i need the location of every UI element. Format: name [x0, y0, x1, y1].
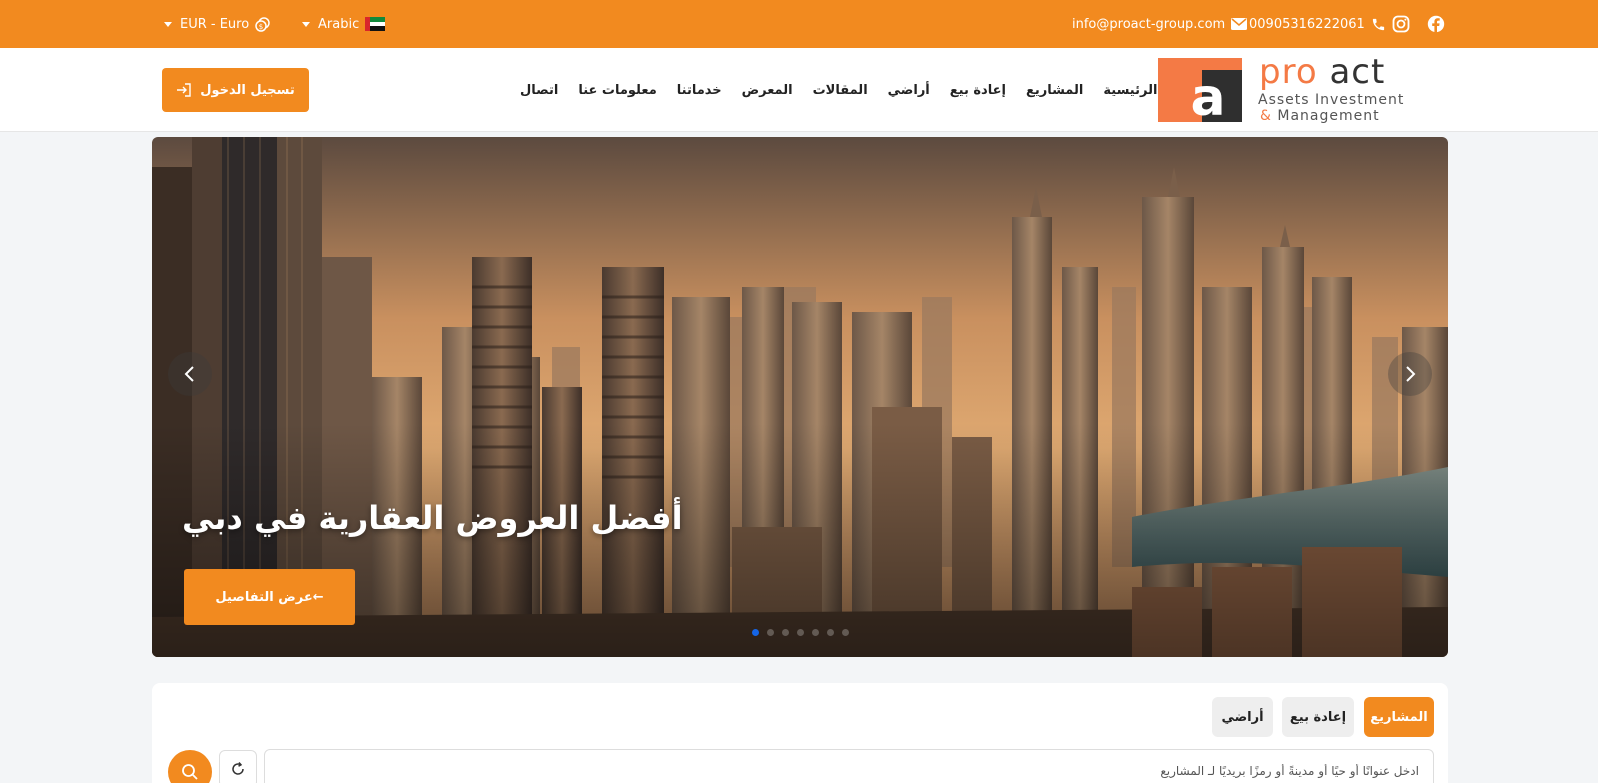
chevron-down-icon	[164, 21, 172, 27]
language-label: Arabic	[318, 16, 360, 32]
hero-carousel: أفضل العروض العقارية في دبي عرض التفاصيل…	[152, 137, 1448, 657]
top-bar: EUR - Euro $ Arabic info@proact-group.co…	[0, 0, 1598, 48]
phone-icon	[1372, 18, 1384, 30]
hero-title: أفضل العروض العقارية في دبي	[182, 499, 683, 537]
main-header: تسجيل الدخول الرئيسية المشاريع إعادة بيع…	[0, 48, 1598, 132]
arrow-left-icon: ←	[312, 589, 324, 605]
nav-services[interactable]: خدماتنا	[667, 83, 732, 98]
nav-about[interactable]: معلومات عنا	[568, 83, 666, 98]
chevron-right-icon	[1406, 366, 1416, 382]
email-text: info@proact-group.com	[1072, 16, 1226, 32]
phone-text: 00905316222061	[1249, 16, 1365, 32]
coin-icon: $	[255, 16, 270, 32]
view-details-button[interactable]: عرض التفاصيل ←	[184, 569, 355, 625]
instagram-icon[interactable]	[1391, 14, 1411, 34]
chevron-down-icon	[302, 21, 310, 27]
reset-button[interactable]	[219, 750, 257, 783]
carousel-indicators	[152, 629, 1448, 636]
mail-icon	[1231, 18, 1248, 30]
carousel-dot[interactable]	[796, 629, 804, 636]
svg-text:$: $	[259, 23, 263, 31]
phone-link[interactable]: 00905316222061	[1249, 0, 1386, 48]
carousel-dot[interactable]	[766, 629, 774, 636]
chevron-left-icon	[184, 366, 194, 382]
carousel-dot[interactable]	[811, 629, 819, 636]
refresh-icon	[232, 762, 244, 775]
nav-gallery[interactable]: المعرض	[732, 83, 803, 98]
nav-resale[interactable]: إعادة بيع	[940, 83, 1016, 98]
search-input[interactable]	[264, 749, 1434, 783]
login-icon	[177, 83, 191, 97]
login-label: تسجيل الدخول	[200, 82, 295, 98]
nav-contact[interactable]: اتصال	[510, 83, 568, 98]
view-details-label: عرض التفاصيل	[215, 589, 313, 605]
search-icon	[182, 764, 198, 780]
currency-label: EUR - Euro	[180, 16, 250, 32]
carousel-dot[interactable]	[826, 629, 834, 636]
nav-home[interactable]: الرئيسية	[1093, 83, 1167, 98]
logo-wordmark: pro act	[1259, 52, 1386, 92]
email-link[interactable]: info@proact-group.com	[1072, 0, 1248, 48]
main-nav: الرئيسية المشاريع إعادة بيع أراضي المقال…	[510, 48, 1167, 132]
logo-mark: a	[1158, 58, 1244, 124]
carousel-dot[interactable]	[841, 629, 849, 636]
company-logo[interactable]: a pro act Assets Investment & Management	[1158, 52, 1428, 126]
tab-projects[interactable]: المشاريع	[1364, 697, 1434, 737]
carousel-dot[interactable]	[751, 629, 759, 636]
nav-articles[interactable]: المقالات	[803, 83, 878, 98]
tab-lands[interactable]: أراضي	[1212, 697, 1273, 737]
search-button[interactable]	[168, 750, 212, 783]
carousel-dot[interactable]	[781, 629, 789, 636]
language-selector[interactable]: Arabic	[302, 0, 386, 48]
tab-resale[interactable]: إعادة بيع	[1282, 697, 1354, 737]
carousel-next-button[interactable]	[1388, 352, 1432, 396]
search-card: المشاريع إعادة بيع أراضي	[152, 683, 1448, 783]
logo-tagline-1: Assets Investment	[1258, 92, 1405, 108]
nav-lands[interactable]: أراضي	[878, 83, 940, 98]
carousel-prev-button[interactable]	[168, 352, 212, 396]
currency-selector[interactable]: EUR - Euro $	[164, 0, 270, 48]
logo-tagline-2: & Management	[1260, 108, 1380, 124]
facebook-icon[interactable]	[1426, 14, 1446, 34]
uae-flag-icon	[365, 17, 386, 31]
login-button[interactable]: تسجيل الدخول	[162, 68, 309, 112]
nav-projects[interactable]: المشاريع	[1016, 83, 1093, 98]
